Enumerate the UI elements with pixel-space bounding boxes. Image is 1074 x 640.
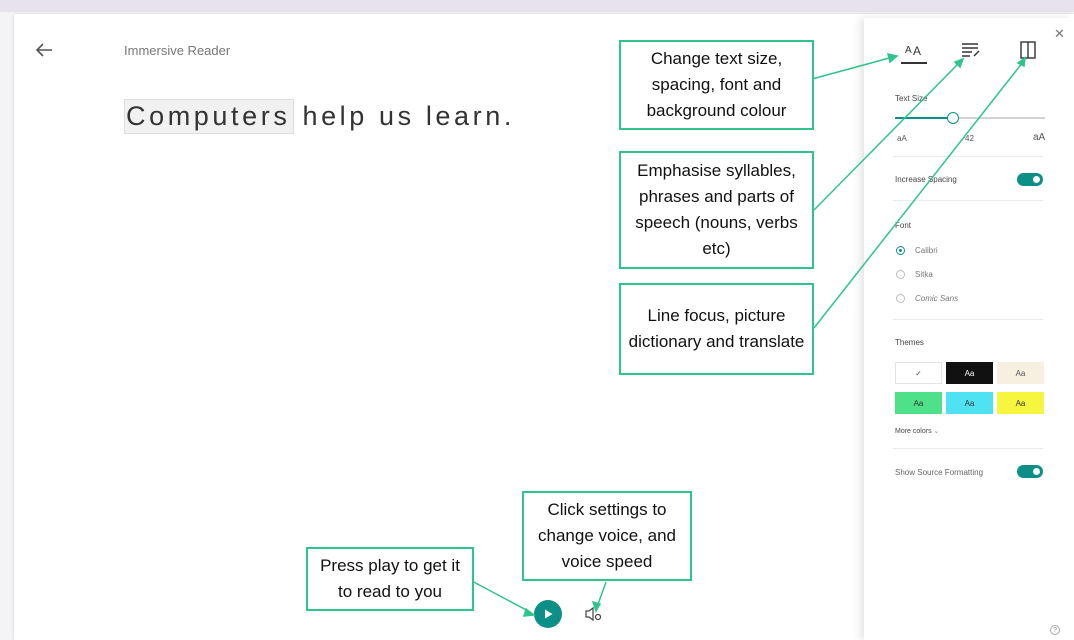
- show-source-formatting-toggle[interactable]: [1017, 465, 1043, 478]
- font-label: Font: [895, 221, 912, 230]
- book-icon: [1020, 41, 1036, 59]
- callout-grammar-options: Emphasise syllables, phrases and parts o…: [619, 151, 814, 269]
- divider: [893, 200, 1043, 201]
- font-radio-calibri[interactable]: [896, 246, 905, 255]
- reading-text: Computers help us learn.: [124, 99, 515, 134]
- text-size-small-label: aA: [897, 134, 907, 143]
- callout-text-options: Change text size, spacing, font and back…: [619, 40, 814, 130]
- chevron-down-icon: ⌄: [933, 428, 940, 435]
- back-arrow-icon[interactable]: [32, 38, 56, 62]
- more-colors-link[interactable]: More colors ⌄: [895, 427, 939, 435]
- top-strip: [0, 0, 1074, 12]
- divider: [893, 156, 1043, 157]
- reading-text-rest: help us learn.: [302, 101, 515, 131]
- voice-settings-icon[interactable]: [583, 605, 603, 623]
- close-icon[interactable]: ✕: [1054, 26, 1065, 42]
- text-size-icon: AA: [905, 44, 921, 58]
- divider: [893, 319, 1043, 320]
- text-size-slider-fill: [895, 117, 952, 119]
- text-size-slider-thumb[interactable]: [947, 112, 959, 124]
- play-icon: [545, 609, 553, 619]
- grammar-options-icon: [962, 43, 980, 57]
- font-radio-sitka[interactable]: [896, 270, 905, 279]
- play-button[interactable]: [534, 600, 562, 628]
- theme-swatch[interactable]: Aa: [895, 392, 942, 414]
- divider: [893, 448, 1043, 449]
- font-radio-comic-sans[interactable]: [896, 294, 905, 303]
- themes-label: Themes: [895, 338, 924, 347]
- theme-swatch[interactable]: Aa: [997, 362, 1044, 384]
- callout-play: Press play to get it to read to you: [306, 547, 474, 611]
- callout-voice-settings: Click settings to change voice, and voic…: [522, 491, 692, 581]
- highlighted-word[interactable]: Computers: [124, 99, 295, 134]
- immersive-reader-settings-panel: [864, 18, 1074, 640]
- theme-swatch[interactable]: Aa: [946, 362, 993, 384]
- show-source-formatting-label: Show Source Formatting: [895, 468, 984, 477]
- text-size-label: Text Size: [895, 94, 928, 103]
- text-size-mid-label: 42: [965, 134, 974, 143]
- font-option-calibri[interactable]: Calibri: [915, 246, 938, 255]
- callout-reading-preferences: Line focus, picture dictionary and trans…: [619, 283, 814, 375]
- theme-swatch[interactable]: Aa: [997, 392, 1044, 414]
- font-option-sitka[interactable]: Sitka: [915, 270, 933, 279]
- svg-text:A: A: [913, 44, 921, 58]
- theme-swatch[interactable]: Aa: [946, 392, 993, 414]
- font-option-comic-sans[interactable]: Comic Sans: [915, 294, 958, 303]
- tab-reading-preferences[interactable]: [1015, 38, 1041, 62]
- tab-grammar-options[interactable]: [958, 38, 984, 62]
- svg-text:A: A: [905, 45, 912, 56]
- tab-text-preferences[interactable]: AA: [901, 38, 927, 64]
- app-title: Immersive Reader: [124, 43, 231, 58]
- text-size-large-label: aA: [1033, 132, 1046, 143]
- increase-spacing-label: Increase Spacing: [895, 175, 957, 184]
- increase-spacing-toggle[interactable]: [1017, 173, 1043, 186]
- help-icon[interactable]: ?: [1050, 625, 1060, 635]
- theme-swatch[interactable]: ✓: [895, 362, 942, 384]
